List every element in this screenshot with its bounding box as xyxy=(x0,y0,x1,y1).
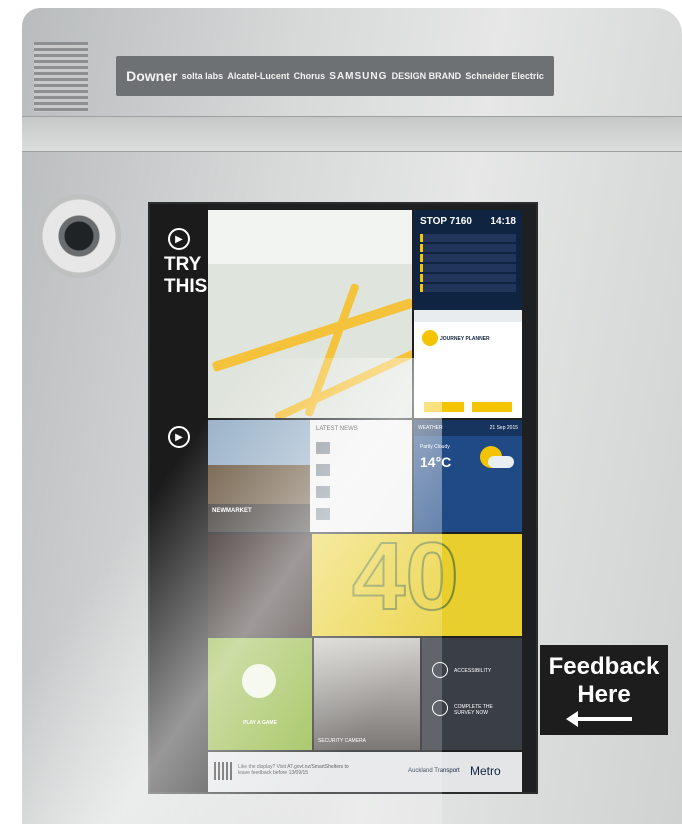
weather-date: 21 Sep 2015 xyxy=(489,425,518,431)
departure-row xyxy=(420,244,516,252)
feedback-line1: Feedback xyxy=(548,653,660,680)
weather-condition: Partly Cloudy xyxy=(420,444,450,450)
play-game-label: PLAY A GAME xyxy=(243,720,277,726)
map-road xyxy=(304,282,360,418)
sponsor-logo: SAMSUNG xyxy=(329,70,388,82)
security-camera-tile[interactable]: SECURITY CAMERA xyxy=(314,638,420,750)
announcements-bar[interactable] xyxy=(414,310,522,322)
sponsor-logo: Chorus xyxy=(293,71,326,81)
news-panel[interactable]: NEWMARKET LATEST NEWS xyxy=(208,420,412,532)
departure-row xyxy=(420,254,516,262)
news-photo xyxy=(208,420,310,532)
touch-screen: ▶ TRY THIS ▶ STOP 7160 14:18 JOURNEY PLA… xyxy=(148,202,538,794)
location-pin-icon xyxy=(422,330,438,346)
weather-panel[interactable]: WEATHER 21 Sep 2015 Partly Cloudy 14°C xyxy=(414,420,522,532)
sponsor-logo: Downer xyxy=(126,68,178,84)
stop-number: STOP 7160 xyxy=(420,215,472,227)
map-tile[interactable] xyxy=(208,210,412,418)
accessibility-tile[interactable]: ACCESSIBILITY COMPLETE THE SURVEY NOW xyxy=(422,638,522,750)
news-thumbnail[interactable] xyxy=(316,464,330,476)
news-header: LATEST NEWS xyxy=(316,426,358,432)
qr-code-icon xyxy=(214,762,232,780)
security-camera-label: SECURITY CAMERA xyxy=(318,738,366,744)
survey-icon xyxy=(432,700,448,716)
journey-planner-title: JOURNEY PLANNER xyxy=(440,336,490,342)
map-menu xyxy=(208,210,412,264)
stop-time: 14:18 xyxy=(490,215,516,227)
news-thumbnail[interactable] xyxy=(316,486,330,498)
anniversary-tile[interactable]: 40 xyxy=(312,534,522,636)
anniversary-number: 40 xyxy=(351,534,460,631)
sponsor-logo: Alcatel-Lucent xyxy=(227,71,290,81)
sponsor-bar: Downer solta labs Alcatel-Lucent Chorus … xyxy=(116,56,554,96)
events-tile[interactable] xyxy=(208,534,310,636)
metro-logo: Metro xyxy=(470,764,501,778)
departure-row xyxy=(420,274,516,282)
feedback-sign: Feedback Here xyxy=(540,645,668,735)
try-this-strip[interactable]: ▶ TRY THIS ▶ xyxy=(150,204,208,792)
sponsor-logo: solta labs xyxy=(181,71,224,81)
play-icon: ▶ xyxy=(168,228,190,250)
clear-button[interactable] xyxy=(424,402,464,412)
cloud-icon xyxy=(488,456,514,468)
play-icon: ▶ xyxy=(168,426,190,448)
try-this-label: TRY THIS xyxy=(164,254,208,297)
news-caption: NEWMARKET xyxy=(212,508,252,514)
accessibility-icon xyxy=(432,662,448,678)
feedback-line2: Here xyxy=(577,681,631,708)
survey-label: COMPLETE THE SURVEY NOW xyxy=(454,704,493,716)
left-arrow-icon xyxy=(566,711,632,727)
news-thumbnail[interactable] xyxy=(316,442,330,454)
accessibility-label: ACCESSIBILITY xyxy=(454,668,492,674)
departure-row xyxy=(420,264,516,272)
weather-label: WEATHER xyxy=(418,425,443,431)
auckland-transport-logo: Auckland Transport xyxy=(408,768,460,774)
sponsor-logo: DESIGN BRAND xyxy=(391,71,462,81)
panel-rail xyxy=(22,116,682,152)
map-road xyxy=(273,346,412,418)
security-camera-dome xyxy=(37,194,121,278)
news-thumbnail[interactable] xyxy=(316,508,330,520)
bus-stop-panel[interactable]: STOP 7160 14:18 xyxy=(414,210,522,310)
play-game-tile[interactable]: PLAY A GAME xyxy=(208,638,312,750)
screen-footer: Like the display? Visit AT.govt.nz/Smart… xyxy=(208,752,522,792)
search-button[interactable] xyxy=(472,402,512,412)
puzzle-icon xyxy=(242,664,276,698)
weather-temperature: 14°C xyxy=(420,454,452,470)
map-road xyxy=(211,297,412,373)
footer-text: Like the display? Visit AT.govt.nz/Smart… xyxy=(238,764,349,776)
departure-row xyxy=(420,284,516,292)
vent-grille xyxy=(34,42,88,112)
departure-row xyxy=(420,234,516,242)
sponsor-logo: Schneider Electric xyxy=(465,71,544,81)
journey-planner-panel[interactable]: JOURNEY PLANNER xyxy=(414,322,522,418)
